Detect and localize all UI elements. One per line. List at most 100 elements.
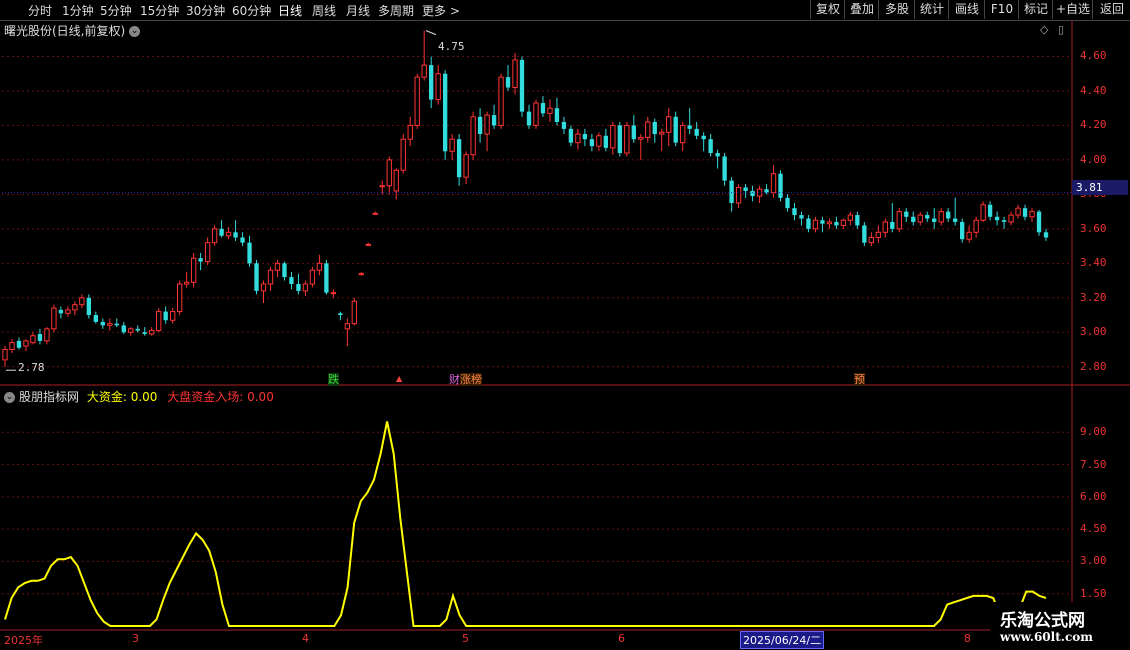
candle-body: [23, 340, 29, 347]
candle-body: [1036, 211, 1042, 233]
candle-body: [30, 335, 36, 344]
tab-5min[interactable]: 5分钟: [100, 2, 132, 19]
candle-body: [128, 328, 134, 333]
candle-body: [1001, 220, 1007, 222]
tab-monthly[interactable]: 月线: [346, 2, 370, 19]
xaxis-label-jun: 6: [618, 632, 625, 645]
panel-toggle-icon[interactable]: ▯: [1058, 23, 1064, 36]
candle-body: [414, 76, 420, 126]
watermark-title: 乐淘公式网: [1000, 611, 1085, 631]
candle-body: [149, 330, 155, 335]
overlay-button[interactable]: 叠加: [844, 0, 879, 19]
candle-body: [135, 328, 140, 331]
kline-chart[interactable]: [0, 0, 1130, 650]
back-button[interactable]: 返回: [1092, 0, 1130, 19]
candle-body: [1022, 208, 1028, 217]
tab-1min[interactable]: 1分钟: [62, 2, 94, 19]
candle-body: [820, 220, 825, 224]
low-price-label: 2.78: [18, 361, 45, 374]
chevron-down-icon[interactable]: ⌄: [4, 392, 15, 403]
indicator-big-fund: 大资金: 0.00: [86, 390, 158, 404]
candle-body: [58, 309, 64, 314]
candle-body: [365, 243, 371, 246]
candle-body: [296, 284, 301, 291]
candle-body: [254, 263, 259, 291]
candle-body: [575, 133, 581, 144]
candle-body: [994, 216, 1000, 221]
price-tick-label: 3.20: [1080, 290, 1107, 304]
candle-body: [694, 128, 699, 136]
candle-body: [533, 102, 539, 126]
fuquan-button[interactable]: 复权: [810, 0, 845, 19]
candle-body: [645, 121, 651, 138]
candle-body: [904, 211, 909, 217]
candle-body: [673, 116, 678, 143]
candle-body: [176, 283, 183, 313]
tab-daily[interactable]: 日线: [278, 2, 302, 19]
candle-body: [847, 214, 854, 221]
candle-body: [429, 65, 434, 100]
candle-body: [37, 334, 43, 341]
candle-body: [834, 221, 839, 226]
high-price-label: 4.75: [438, 40, 465, 53]
candle-body: [1015, 207, 1021, 216]
candle-body: [966, 231, 972, 240]
candle-body: [596, 135, 602, 147]
marker-finance[interactable]: 财涨榜: [449, 371, 482, 387]
candle-body: [302, 283, 309, 292]
candle-body: [980, 204, 986, 221]
candle-body: [743, 187, 748, 191]
diamond-icon[interactable]: ◇: [1040, 23, 1048, 36]
draw-button[interactable]: 画线: [948, 0, 985, 19]
candle-body: [764, 189, 769, 193]
candle-body: [631, 125, 636, 140]
candle-body: [198, 258, 203, 262]
marker-forecast[interactable]: 预: [854, 371, 865, 387]
tab-60min[interactable]: 60分钟: [232, 2, 271, 19]
candle-body: [260, 283, 267, 292]
candle-body: [770, 173, 777, 194]
xaxis-label-year: 2025年: [4, 634, 43, 647]
candle-body: [785, 197, 790, 209]
candle-body: [946, 211, 951, 219]
xaxis-label-may: 5: [462, 632, 469, 645]
multi-stock-button[interactable]: 多股: [878, 0, 915, 19]
tab-timeshare[interactable]: 分时: [28, 2, 52, 19]
price-tick-label: 4.60: [1080, 49, 1107, 63]
candle-body: [358, 273, 364, 276]
stats-button[interactable]: 统计: [914, 0, 949, 19]
add-watchlist-button[interactable]: +自选: [1052, 0, 1093, 19]
tab-weekly[interactable]: 周线: [312, 2, 336, 19]
tab-15min[interactable]: 15分钟: [140, 2, 179, 19]
candle-body: [554, 108, 560, 122]
candle-body: [778, 173, 783, 198]
marker-up-arrow[interactable]: ▲: [396, 374, 402, 383]
mark-button[interactable]: 标记: [1018, 0, 1053, 19]
candle-body: [1008, 214, 1014, 223]
candle-body: [882, 221, 888, 233]
tab-more[interactable]: 更多 >: [422, 2, 460, 19]
marker-fall[interactable]: 跌: [328, 371, 339, 387]
indicator-title: ⌄ 股朋指标网 大资金: 0.00 大盘资金入场: 0.00: [4, 388, 274, 405]
candle-body: [708, 139, 713, 154]
candle-body: [862, 225, 867, 243]
candle-body: [421, 64, 427, 78]
candle-body: [449, 138, 455, 152]
f10-button[interactable]: F10: [984, 0, 1019, 19]
candle-body: [806, 218, 811, 229]
price-tick-label: 4.00: [1080, 152, 1107, 166]
candle-body: [799, 215, 804, 219]
candle-body: [121, 325, 126, 333]
candle-body: [247, 242, 252, 264]
tab-30min[interactable]: 30分钟: [186, 2, 225, 19]
candle-body: [826, 221, 833, 225]
candle-body: [156, 311, 162, 332]
candle-body: [1029, 211, 1035, 218]
tab-multi-period[interactable]: 多周期: [378, 2, 414, 19]
candle-body: [372, 212, 378, 215]
candle-body: [519, 59, 525, 112]
chevron-down-icon[interactable]: ⌄: [129, 26, 141, 37]
candle-body: [190, 257, 197, 283]
candle-body: [526, 111, 532, 126]
candle-body: [666, 116, 672, 133]
